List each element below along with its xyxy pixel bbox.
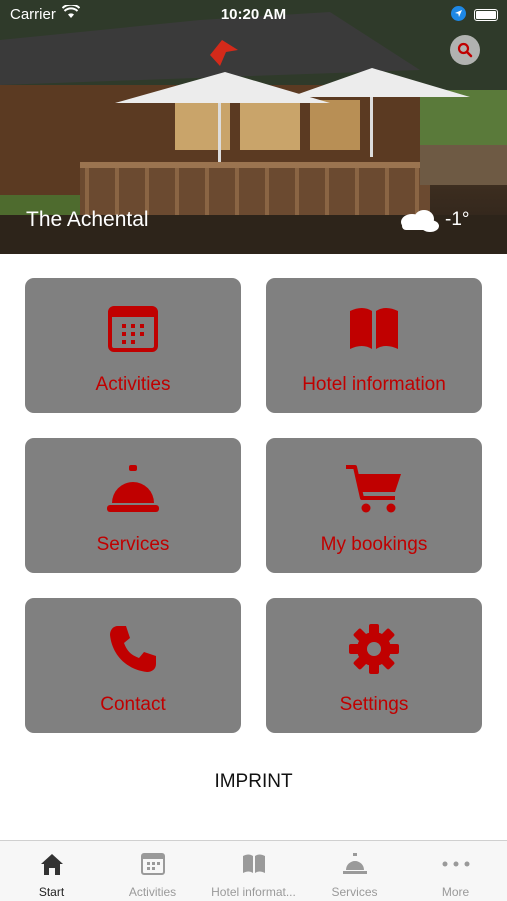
hotel-title: The Achental <box>26 208 149 231</box>
book-icon <box>266 302 482 356</box>
tab-label: Services <box>331 885 378 899</box>
tab-label: Activities <box>128 885 177 899</box>
phone-icon <box>25 622 241 676</box>
temperature: -1° <box>445 209 470 230</box>
tab-more[interactable]: More <box>405 841 506 901</box>
tile-label: Activities <box>95 374 171 395</box>
location-icon <box>451 6 466 25</box>
tab-start[interactable]: Start <box>1 841 102 901</box>
book-icon <box>203 851 304 877</box>
tab-services[interactable]: Services <box>304 841 405 901</box>
more-dots-icon <box>405 851 506 877</box>
tab-bar: Start Activities Hotel informat... Servi… <box>0 840 507 901</box>
tab-hotel-information[interactable]: Hotel informat... <box>203 841 304 901</box>
status-bar: Carrier 10:20 AM <box>0 0 507 28</box>
tab-label: Start <box>38 885 65 899</box>
tile-services[interactable]: Services <box>25 438 241 573</box>
service-bell-icon <box>304 851 405 877</box>
status-time: 10:20 AM <box>220 6 287 23</box>
tile-label: My bookings <box>320 534 428 555</box>
tab-label: Hotel informat... <box>211 885 296 899</box>
tile-label: Hotel information <box>302 374 446 395</box>
search-button[interactable] <box>450 35 480 65</box>
tile-my-bookings[interactable]: My bookings <box>266 438 482 573</box>
tab-activities[interactable]: Activities <box>102 841 203 901</box>
tile-label: Services <box>96 534 170 555</box>
tile-label: Contact <box>100 694 166 715</box>
tile-hotel-information[interactable]: Hotel information <box>266 278 482 413</box>
hero-image: Carrier 10:20 AM The Achental -1° <box>0 0 507 254</box>
tile-label: Settings <box>339 694 409 715</box>
service-bell-icon <box>25 462 241 516</box>
search-icon <box>457 42 473 58</box>
tile-settings[interactable]: Settings <box>266 598 482 733</box>
imprint-link[interactable]: IMPRINT <box>0 771 507 793</box>
weather-widget: -1° <box>394 206 478 236</box>
calendar-icon <box>102 851 203 877</box>
tile-activities[interactable]: Activities <box>25 278 241 413</box>
home-icon <box>1 851 102 877</box>
tab-label: More <box>441 885 470 899</box>
battery-icon <box>474 9 498 21</box>
cloud-icon <box>401 210 439 232</box>
gear-icon <box>266 622 482 676</box>
calendar-icon <box>25 302 241 356</box>
tile-contact[interactable]: Contact <box>25 598 241 733</box>
cart-icon <box>266 462 482 516</box>
